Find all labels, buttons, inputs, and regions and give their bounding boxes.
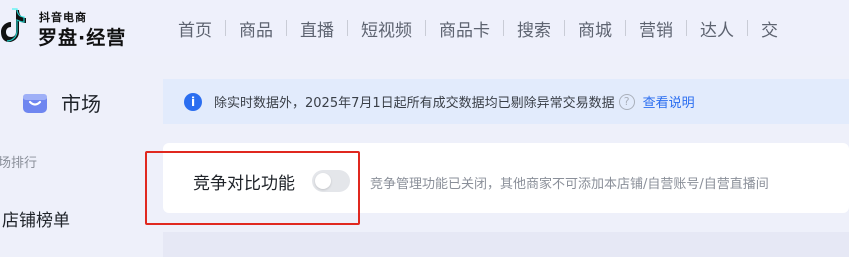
nav-divider xyxy=(747,20,748,36)
douyin-logo-icon xyxy=(1,8,26,42)
nav-item-short-video[interactable]: 短视频 xyxy=(361,16,412,41)
nav-divider xyxy=(686,20,687,36)
notice-banner: i 除实时数据外，2025年7月1日起所有成交数据均已剔除异常交易数据 ? 查看… xyxy=(163,79,849,124)
top-navigation-bar: 抖音电商 罗盘·经营 首页 商品 直播 短视频 商品卡 搜索 商城 营销 达人 … xyxy=(0,0,849,56)
nav-divider xyxy=(286,20,287,36)
view-explanation-link[interactable]: 查看说明 xyxy=(643,92,695,111)
brand-title: 罗盘·经营 xyxy=(38,27,127,49)
nav-divider xyxy=(564,20,565,36)
feature-description: 竞争管理功能已关闭，其他商家不可添加本店铺/自营账号/自营直播间 xyxy=(370,177,769,192)
content-panel xyxy=(163,232,849,257)
help-icon[interactable]: ? xyxy=(618,93,635,110)
info-icon: i xyxy=(184,92,202,111)
sidebar-header: 市场 xyxy=(20,84,101,120)
nav-item-live[interactable]: 直播 xyxy=(300,16,334,41)
sidebar-section-label: 场排行 xyxy=(0,156,38,171)
nav-divider xyxy=(425,20,426,36)
nav-divider xyxy=(225,20,226,36)
nav-item-creators[interactable]: 达人 xyxy=(700,16,734,41)
nav-item-home[interactable]: 首页 xyxy=(178,16,212,41)
nav-item-search[interactable]: 搜索 xyxy=(517,16,551,41)
sidebar-title: 市场 xyxy=(61,91,101,116)
sidebar-item-store-ranking[interactable]: 店铺榜单 xyxy=(2,206,70,231)
nav-item-marketing[interactable]: 营销 xyxy=(639,16,673,41)
main-nav: 首页 商品 直播 短视频 商品卡 搜索 商城 营销 达人 交 xyxy=(178,0,781,56)
nav-item-truncated[interactable]: 交 xyxy=(761,16,781,41)
nav-item-mall[interactable]: 商城 xyxy=(578,16,612,41)
nav-item-product-card[interactable]: 商品卡 xyxy=(439,16,490,41)
nav-divider xyxy=(503,20,504,36)
nav-item-products[interactable]: 商品 xyxy=(239,16,273,41)
nav-divider xyxy=(347,20,348,36)
notice-text: 除实时数据外，2025年7月1日起所有成交数据均已剔除异常交易数据 xyxy=(214,96,615,111)
highlight-box xyxy=(145,151,360,225)
nav-divider xyxy=(625,20,626,36)
shopping-bag-icon xyxy=(23,94,47,113)
brand-logo[interactable]: 抖音电商 罗盘·经营 xyxy=(0,4,140,50)
